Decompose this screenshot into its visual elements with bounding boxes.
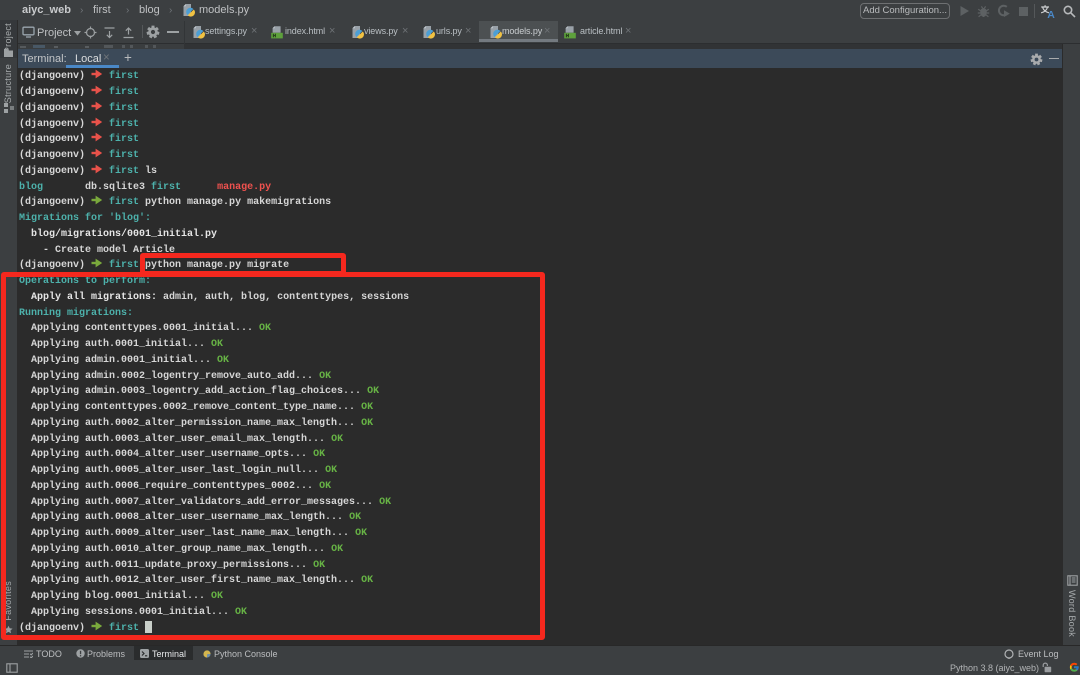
svg-text:A: A (1047, 9, 1055, 19)
